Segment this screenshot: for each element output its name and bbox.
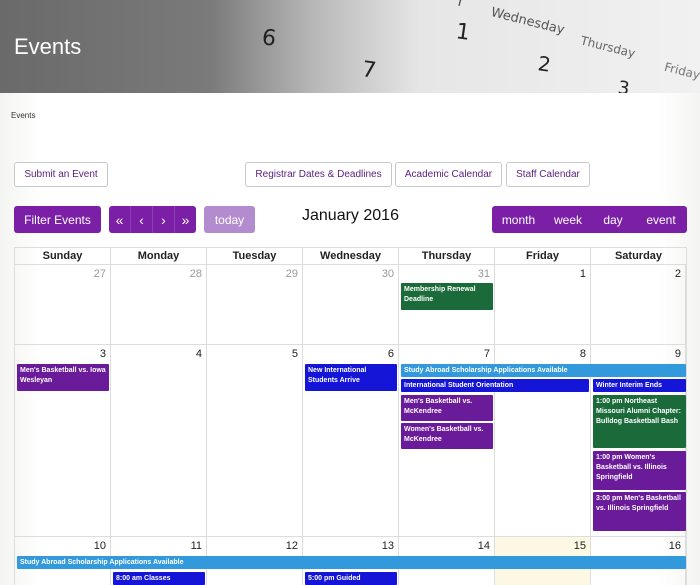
day-number: 10 bbox=[93, 540, 106, 552]
banner-decor: Friday bbox=[662, 59, 700, 83]
view-switcher: month week day event bbox=[492, 206, 687, 233]
next-month-icon[interactable]: › bbox=[153, 206, 175, 233]
event-view-button[interactable]: event bbox=[635, 206, 687, 233]
calendar-event[interactable]: Study Abroad Scholarship Applications Av… bbox=[17, 556, 686, 569]
calendar-event[interactable]: 5:00 pm Guided bbox=[305, 572, 397, 585]
calendar-event[interactable]: Winter Interim Ends bbox=[593, 379, 686, 392]
month-view-button[interactable]: month bbox=[492, 206, 545, 233]
day-cell[interactable]: 5 bbox=[207, 345, 303, 536]
month-calendar: Sunday Monday Tuesday Wednesday Thursday… bbox=[14, 247, 687, 585]
calendar-event[interactable]: Women's Basketball vs. McKendree bbox=[401, 423, 493, 449]
day-number: 14 bbox=[477, 540, 490, 552]
today-button[interactable]: today bbox=[204, 206, 255, 233]
day-number: 6 bbox=[387, 348, 394, 360]
prev-month-icon[interactable]: ‹ bbox=[131, 206, 153, 233]
banner-decor: Wednesday bbox=[489, 5, 566, 38]
day-cell[interactable]: 30 bbox=[303, 265, 399, 344]
weekday-header: Sunday Monday Tuesday Wednesday Thursday… bbox=[14, 247, 687, 265]
banner-decor: 6 bbox=[260, 25, 278, 52]
calendar-nav-group: « ‹ › » bbox=[109, 206, 196, 233]
day-cell[interactable]: 27 bbox=[15, 265, 111, 344]
breadcrumb[interactable]: Events bbox=[11, 111, 35, 120]
calendar-week: 27 28 29 30 31 1 2 Membership Renewal De… bbox=[14, 265, 687, 345]
calendar-event[interactable]: Men's Basketball vs. Iowa Wesleyan bbox=[17, 364, 109, 391]
day-number: 13 bbox=[381, 540, 394, 552]
day-number: 15 bbox=[573, 540, 586, 552]
calendar-event[interactable]: International Student Orientation bbox=[401, 379, 589, 392]
day-number: 7 bbox=[483, 348, 490, 360]
weekday-label: Tuesday bbox=[207, 248, 303, 264]
day-number: 31 bbox=[477, 268, 490, 280]
banner-decor: 1 bbox=[454, 19, 472, 46]
weekday-label: Thursday bbox=[399, 248, 495, 264]
day-number: 16 bbox=[668, 540, 681, 552]
day-number: 11 bbox=[190, 540, 202, 552]
calendar-title: January 2016 bbox=[302, 207, 399, 224]
banner-decor: 7 bbox=[360, 57, 378, 84]
weekday-label: Sunday bbox=[15, 248, 111, 264]
weekday-label: Wednesday bbox=[303, 248, 399, 264]
calendar-event[interactable]: 3:00 pm Men's Basketball vs. Illinois Sp… bbox=[593, 492, 686, 531]
calendar-event[interactable]: Study Abroad Scholarship Applications Av… bbox=[401, 364, 686, 377]
week-view-button[interactable]: week bbox=[545, 206, 591, 233]
day-cell[interactable]: 4 bbox=[111, 345, 207, 536]
day-cell[interactable]: 28 bbox=[111, 265, 207, 344]
day-number: 29 bbox=[285, 268, 298, 280]
prev-year-icon[interactable]: « bbox=[109, 206, 131, 233]
calendar-event[interactable]: New International Students Arrive bbox=[305, 364, 397, 391]
submit-event-button[interactable]: Submit an Event bbox=[14, 162, 108, 187]
day-number: 2 bbox=[674, 268, 681, 280]
day-cell[interactable]: 1 bbox=[495, 265, 591, 344]
day-number: 5 bbox=[291, 348, 298, 360]
calendar-event[interactable]: Membership Renewal Deadline bbox=[401, 283, 493, 310]
day-cell[interactable]: 29 bbox=[207, 265, 303, 344]
day-number: 1 bbox=[579, 268, 586, 280]
day-number: 30 bbox=[381, 268, 394, 280]
banner-decor: 3 bbox=[616, 77, 631, 93]
day-number: 3 bbox=[99, 348, 106, 360]
day-number: 28 bbox=[189, 268, 202, 280]
page-title: Events bbox=[14, 34, 82, 59]
banner-decor: 2 bbox=[536, 51, 553, 77]
calendar-week: 10 11 12 13 14 15 16 Study Abroad Schola… bbox=[14, 537, 687, 585]
staff-calendar-button[interactable]: Staff Calendar bbox=[506, 162, 590, 187]
day-number: 9 bbox=[674, 348, 681, 360]
registrar-dates-button[interactable]: Registrar Dates & Deadlines bbox=[245, 162, 392, 187]
next-year-icon[interactable]: » bbox=[175, 206, 196, 233]
day-cell[interactable]: 2 bbox=[591, 265, 686, 344]
weekday-label: Friday bbox=[495, 248, 591, 264]
banner-decor: Thursday bbox=[579, 33, 637, 61]
day-number: 12 bbox=[285, 540, 298, 552]
calendar-week: 3 4 5 6 7 8 9 Men's Basketball vs. Iowa … bbox=[14, 345, 687, 537]
banner-decor: l bbox=[456, 0, 464, 11]
filter-events-button[interactable]: Filter Events bbox=[14, 206, 101, 233]
day-number: 8 bbox=[579, 348, 586, 360]
academic-calendar-button[interactable]: Academic Calendar bbox=[395, 162, 502, 187]
calendar-event[interactable]: 1:00 pm Northeast Missouri Alumni Chapte… bbox=[593, 395, 686, 448]
calendar-event[interactable]: 8:00 am Classes bbox=[113, 572, 205, 585]
day-number: 4 bbox=[195, 348, 202, 360]
calendar-event[interactable]: Men's Basketball vs. McKendree bbox=[401, 395, 493, 421]
day-number: 27 bbox=[93, 268, 106, 280]
page-content: Events Submit an Event Registrar Dates &… bbox=[0, 93, 700, 585]
weekday-label: Monday bbox=[111, 248, 207, 264]
weekday-label: Saturday bbox=[614, 250, 663, 262]
page-banner: 6 7 1 2 3 l Wednesday Thursday Friday Ev… bbox=[0, 0, 700, 93]
calendar-event[interactable]: 1:00 pm Women's Basketball vs. Illinois … bbox=[593, 451, 686, 490]
day-view-button[interactable]: day bbox=[591, 206, 635, 233]
